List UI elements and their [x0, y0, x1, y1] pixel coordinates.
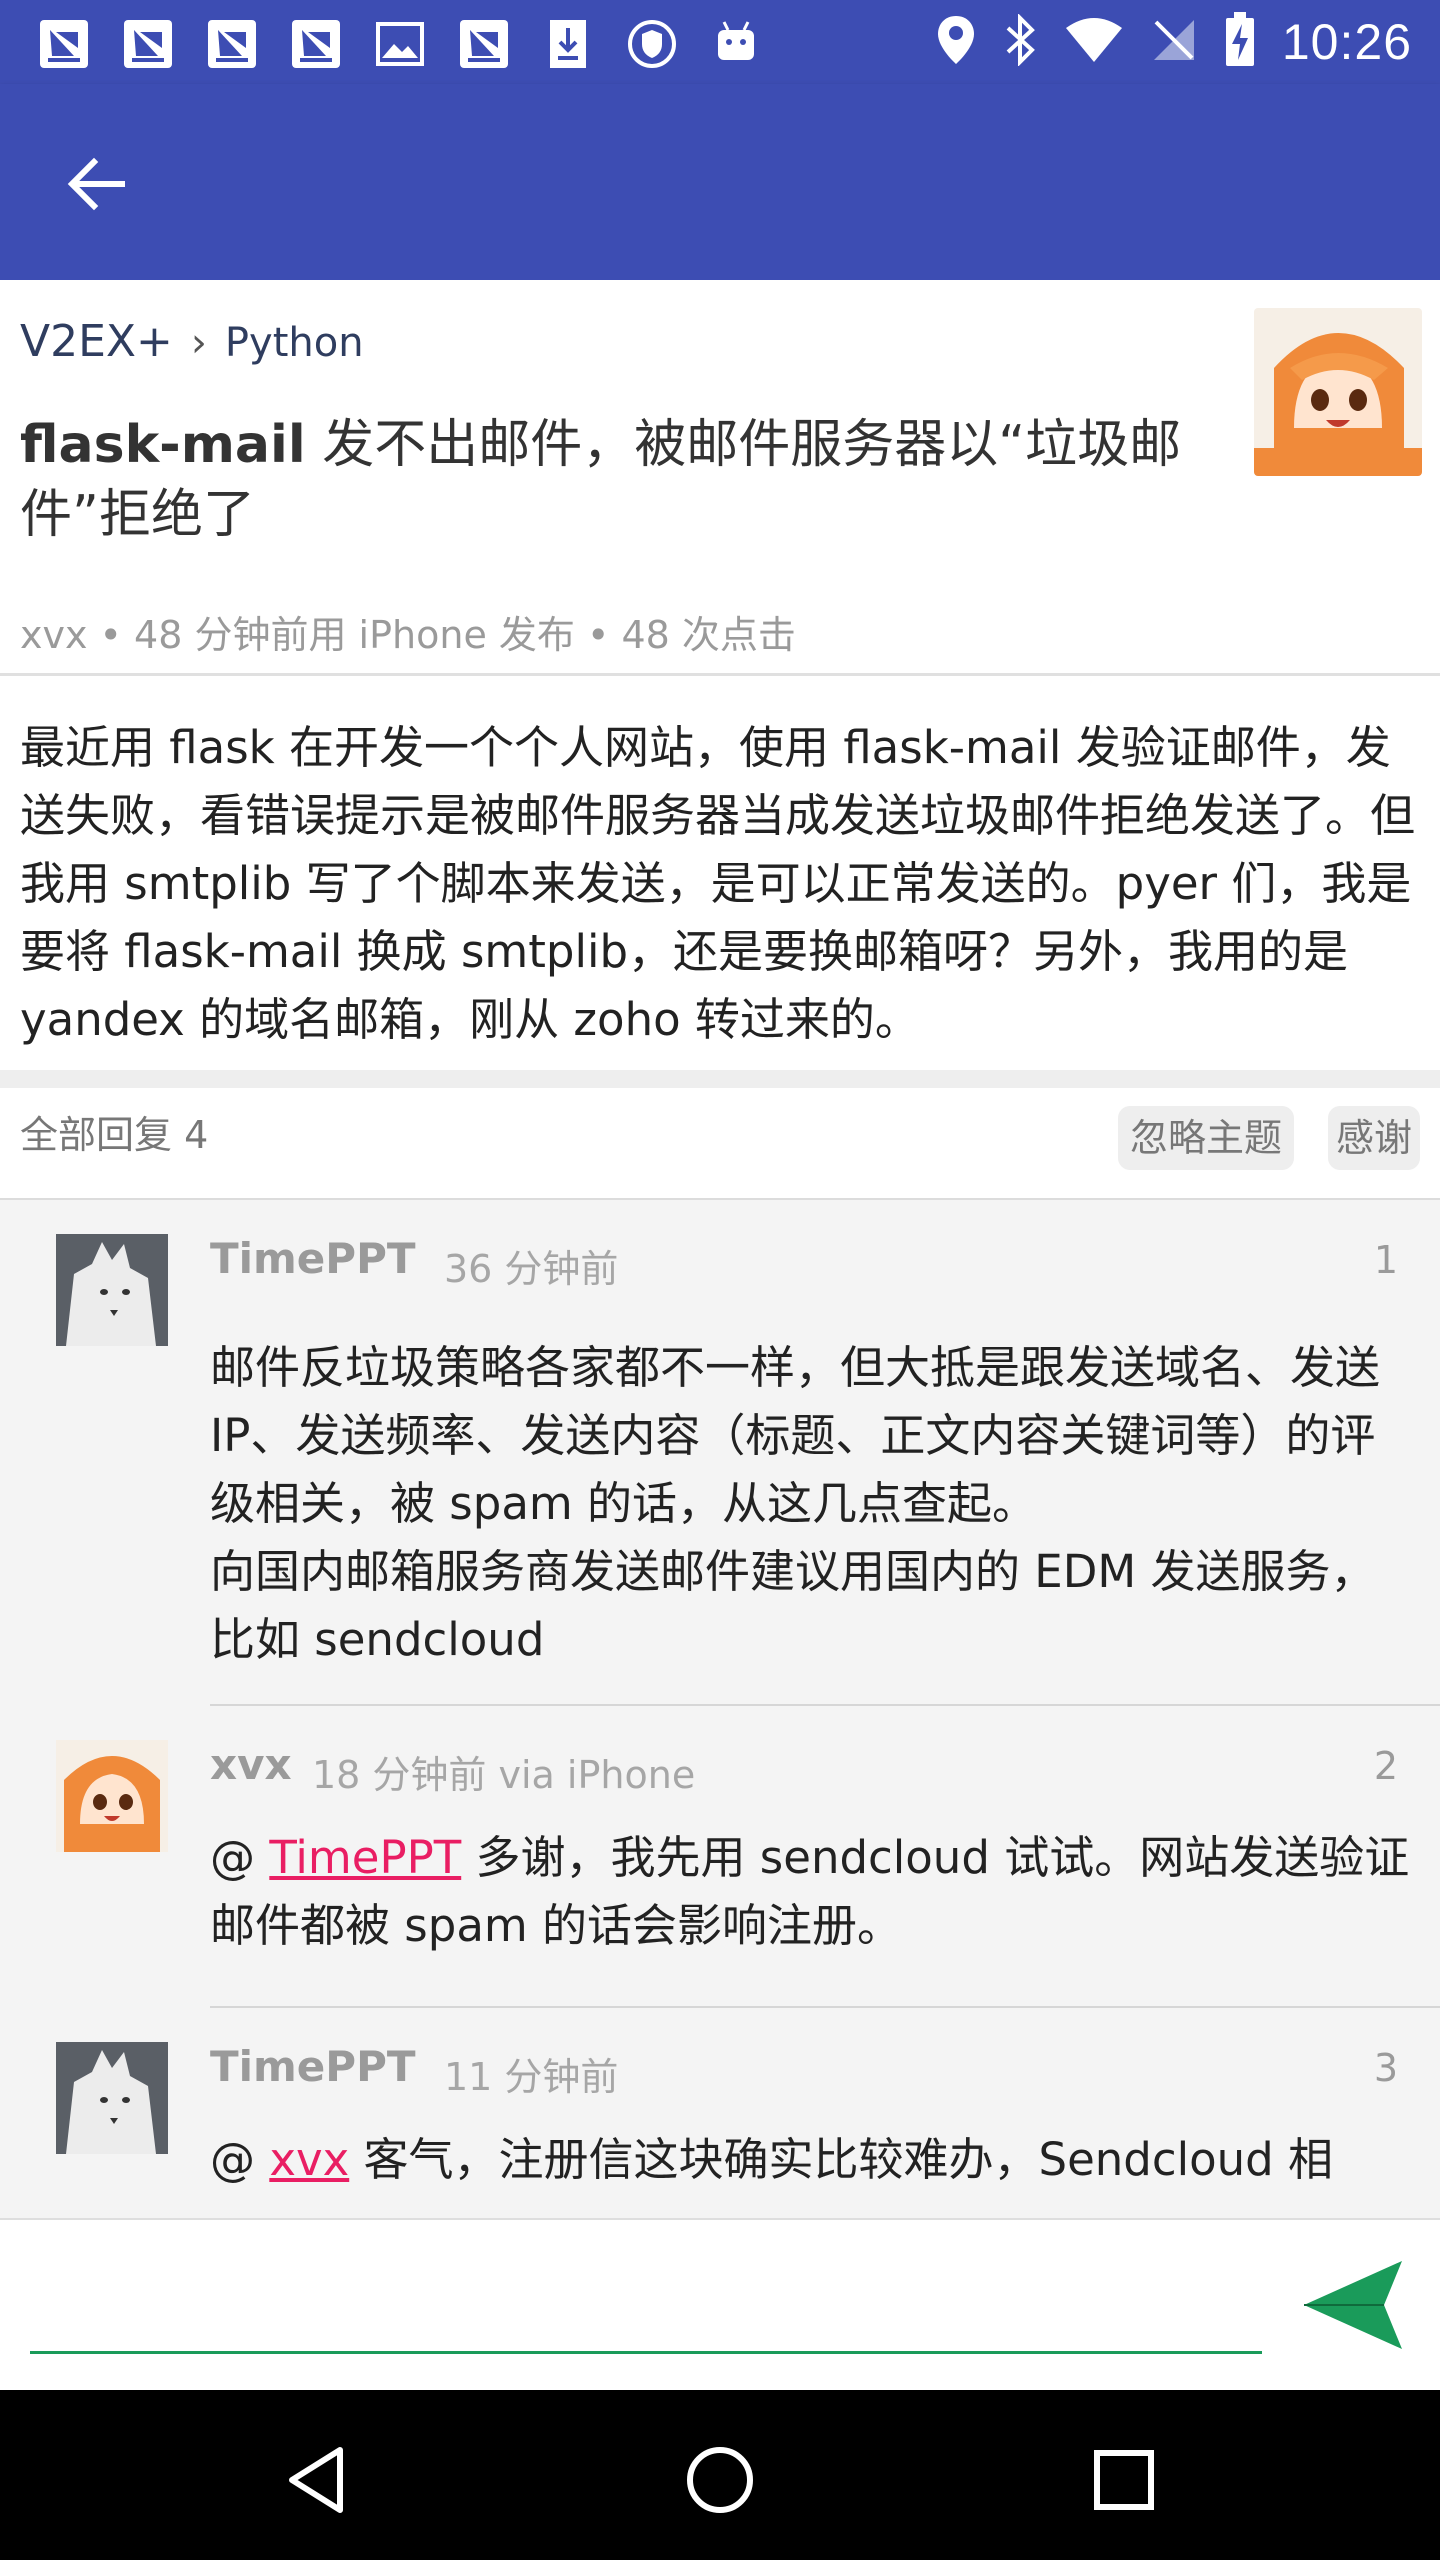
nav-back-icon [289, 2447, 343, 2513]
reply-content: 邮件反垃圾策略各家都不一样，但大抵是跟发送域名、发送 IP、发送频率、发送内容（… [210, 1341, 1381, 1666]
download-icon [540, 18, 596, 70]
battery-charging-icon [1224, 12, 1256, 72]
topic-body: 最近用 flask 在开发一个个人网站，使用 flask-mail 发验证邮件，… [0, 676, 1440, 1070]
shield-icon [624, 18, 680, 70]
sailboat-icon [36, 18, 92, 70]
reply-time: 11 分钟前 [444, 2055, 619, 2099]
sailboat-icon [120, 18, 176, 70]
reply-divider [210, 2006, 1440, 2008]
avatar[interactable] [56, 1234, 168, 1346]
reply-floor: 2 [1373, 1744, 1398, 1788]
replies-count: 全部回复 4 [20, 1113, 209, 1157]
sailboat-icon [288, 18, 344, 70]
reply-content: @ xvx 客气，注册信这块确实比较难办，Sendcloud 相 [210, 2126, 1410, 2194]
nav-recents-button[interactable] [1074, 2430, 1174, 2530]
replies-header: 全部回复 4 忽略主题 感谢 [0, 1088, 1440, 1200]
author-avatar[interactable] [1254, 308, 1422, 476]
wifi-icon [1064, 16, 1124, 68]
reply-time: 36 分钟前 [444, 1247, 619, 1291]
reply-at: @ [210, 1831, 270, 1884]
reply-floor: 1 [1373, 1238, 1398, 1282]
nav-home-button[interactable] [670, 2430, 770, 2530]
system-status: 10:26 [936, 10, 1412, 74]
breadcrumb: V2EX+ › Python [20, 316, 364, 367]
reply-list: TimePPT 36 分钟前 1 邮件反垃圾策略各家都不一样，但大抵是跟发送域名… [0, 1200, 1440, 2218]
arrow-back-icon [67, 157, 125, 211]
breadcrumb-separator: › [190, 320, 207, 366]
reply-time: 18 分钟前 via iPhone [312, 1753, 696, 1797]
reply-input[interactable] [30, 2244, 1262, 2354]
reply-username[interactable]: TimePPT [210, 2042, 416, 2091]
reply-username[interactable]: xvx [210, 1740, 292, 1789]
navigation-bar [0, 2390, 1440, 2560]
reply-floor: 3 [1373, 2046, 1398, 2090]
reply-content: @ TimePPT 多谢，我先用 sendcloud 试试。网站发送验证邮件都被… [210, 1824, 1410, 1960]
send-button[interactable] [1294, 2250, 1414, 2360]
avatar[interactable] [56, 1740, 168, 1852]
reply-at: @ [210, 2133, 270, 2186]
location-icon [936, 14, 976, 70]
section-divider [0, 1070, 1440, 1088]
topic-header: V2EX+ › Python flask-mail 发不出邮件，被邮件服务器以“… [0, 280, 1440, 676]
notification-icons [36, 18, 764, 70]
mention-link[interactable]: TimePPT [269, 1831, 461, 1884]
topic-meta: xvx • 48 分钟前用 iPhone 发布 • 48 次点击 [20, 613, 796, 657]
bluetooth-icon [1002, 13, 1038, 70]
breadcrumb-node[interactable]: Python [225, 320, 364, 366]
mention-link[interactable]: xvx [269, 2133, 349, 2186]
reply-divider [210, 1704, 1440, 1706]
topic-title-keyword: flask-mail [20, 415, 306, 475]
status-bar: 10:26 [0, 0, 1440, 84]
ignore-topic-button[interactable]: 忽略主题 [1118, 1106, 1294, 1170]
android-icon [708, 18, 764, 70]
back-button[interactable] [56, 144, 136, 224]
topic-title: flask-mail 发不出邮件，被邮件服务器以“垃圾邮件”拒绝了 [20, 410, 1210, 550]
reply-composer [0, 2218, 1440, 2390]
avatar[interactable] [56, 2042, 168, 2154]
nav-back-button[interactable] [266, 2430, 366, 2530]
no-sim-icon [1150, 16, 1198, 68]
app-bar [0, 84, 1440, 280]
nav-recents-icon [1094, 2450, 1154, 2510]
sailboat-icon [456, 18, 512, 70]
send-icon [1304, 2261, 1402, 2349]
image-icon [372, 18, 428, 70]
reply-text: 客气，注册信这块确实比较难办，Sendcloud 相 [349, 2133, 1334, 2186]
sailboat-icon [204, 18, 260, 70]
reply-username[interactable]: TimePPT [210, 1234, 416, 1283]
nav-home-icon [687, 2447, 753, 2513]
thanks-button[interactable]: 感谢 [1328, 1106, 1420, 1170]
breadcrumb-site[interactable]: V2EX+ [20, 316, 173, 367]
clock: 10:26 [1281, 14, 1412, 70]
